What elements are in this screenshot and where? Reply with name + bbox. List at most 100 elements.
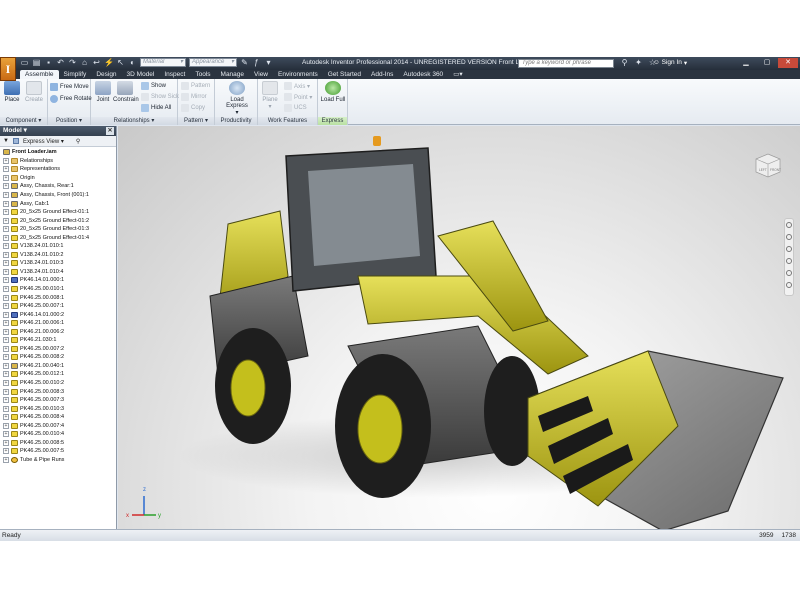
expand-icon[interactable]: +: [3, 226, 9, 233]
panel-position-label[interactable]: Position ▾: [48, 117, 90, 125]
tree-item[interactable]: + PK46.25.00.007:3: [0, 396, 116, 405]
tab-environments[interactable]: Environments: [273, 70, 323, 79]
expand-icon[interactable]: +: [3, 294, 9, 301]
application-menu-button[interactable]: I: [0, 57, 16, 81]
copy-button[interactable]: Copy: [181, 103, 205, 113]
expand-icon[interactable]: +: [3, 337, 9, 344]
place-button[interactable]: Place: [0, 81, 24, 103]
tab-autodesk-360[interactable]: Autodesk 360: [398, 70, 448, 79]
free-move-button[interactable]: Free Move: [50, 82, 89, 92]
ucs-button[interactable]: UCS: [284, 103, 307, 113]
browser-close-icon[interactable]: ✕: [106, 127, 114, 135]
subscription-icon[interactable]: ✦: [634, 58, 643, 67]
expand-icon[interactable]: +: [3, 174, 9, 181]
tree-item[interactable]: + PK46.25.00.007:4: [0, 422, 116, 431]
tree-item[interactable]: + PK46.21.030:1: [0, 336, 116, 345]
graphics-viewport[interactable]: z x y LEFT FRONT: [118, 126, 800, 529]
tree-item[interactable]: + PK46.25.00.008:2: [0, 353, 116, 362]
pattern-button[interactable]: Pattern: [181, 81, 210, 91]
expand-icon[interactable]: +: [3, 286, 9, 293]
appearance-dropdown[interactable]: Appearance ▾: [189, 58, 237, 67]
tab-add-ins[interactable]: Add-Ins: [366, 70, 398, 79]
tree-item[interactable]: + PK46.25.00.008:3: [0, 387, 116, 396]
expand-icon[interactable]: +: [3, 439, 9, 446]
tree-item[interactable]: +20_5x25 Ground Effect-01:2: [0, 216, 116, 225]
tree-item[interactable]: + PK46.14.01.000:1: [0, 276, 116, 285]
show-sick-button[interactable]: Show Sick: [141, 92, 179, 102]
tree-item[interactable]: + Assy, Chassis, Rear:1: [0, 182, 116, 191]
expand-icon[interactable]: +: [3, 414, 9, 421]
axis-button[interactable]: Axis ▾: [284, 81, 310, 91]
tree-item[interactable]: + V138.24.01.010:4: [0, 268, 116, 277]
expand-icon[interactable]: +: [3, 268, 9, 275]
tab-view[interactable]: View: [249, 70, 273, 79]
new-icon[interactable]: ▭: [20, 58, 29, 67]
tree-item[interactable]: + PK46.25.00.007:2: [0, 345, 116, 354]
expand-icon[interactable]: +: [3, 397, 9, 404]
tree-item[interactable]: + PK46.25.00.010:3: [0, 404, 116, 413]
load-express-button[interactable]: Load Express ▾: [219, 81, 255, 116]
expand-icon[interactable]: +: [3, 200, 9, 207]
customize-icon[interactable]: ▾: [264, 58, 273, 67]
expand-icon[interactable]: +: [3, 328, 9, 335]
look-at-icon[interactable]: [786, 270, 792, 276]
tree-item[interactable]: + PK46.25.00.007:5: [0, 447, 116, 456]
tree-item[interactable]: +20_5x25 Ground Effect-01:1: [0, 208, 116, 217]
tab-tools[interactable]: Tools: [190, 70, 215, 79]
tree-item[interactable]: + Assy, Cab:1: [0, 199, 116, 208]
tree-item[interactable]: + PK46.25.00.012:1: [0, 370, 116, 379]
expand-icon[interactable]: +: [3, 192, 9, 198]
tree-item[interactable]: + PK46.14.01.000:2: [0, 310, 116, 319]
search-input[interactable]: Type a keyword or phrase: [518, 59, 614, 68]
tree-item[interactable]: + V138.24.01.010:1: [0, 242, 116, 251]
expand-icon[interactable]: +: [3, 380, 9, 387]
tree-item[interactable]: + PK46.25.00.010:4: [0, 430, 116, 439]
tree-item[interactable]: + Relationships: [0, 157, 116, 166]
browser-title[interactable]: Model ▾: [3, 127, 27, 134]
zoom-icon[interactable]: [786, 246, 792, 252]
tree-item[interactable]: + Origin: [0, 174, 116, 183]
expand-icon[interactable]: +: [3, 311, 9, 318]
tree-item[interactable]: + PK46.21.00.040:1: [0, 362, 116, 371]
tree-item[interactable]: + PK46.25.00.008:4: [0, 413, 116, 422]
save-icon[interactable]: ▪: [44, 58, 53, 67]
tree-item[interactable]: + PK46.21.00.006:2: [0, 327, 116, 336]
plane-button[interactable]: Plane ▾: [258, 81, 282, 110]
expand-icon[interactable]: +: [3, 345, 9, 352]
undo-icon[interactable]: ↶: [56, 58, 65, 67]
expand-icon[interactable]: +: [3, 354, 9, 361]
expand-icon[interactable]: +: [3, 217, 9, 224]
tree-item[interactable]: + PK46.25.00.007:1: [0, 302, 116, 311]
open-icon[interactable]: ▤: [32, 58, 41, 67]
steering-wheel-icon[interactable]: [786, 222, 792, 228]
expand-icon[interactable]: +: [3, 388, 9, 395]
show-button[interactable]: Show: [141, 81, 166, 91]
binoculars-icon[interactable]: ⚲: [620, 58, 629, 67]
constrain-button[interactable]: Constrain: [113, 81, 139, 103]
redo-icon[interactable]: ↷: [68, 58, 77, 67]
tree-root[interactable]: Front Loader.iam: [0, 148, 116, 157]
tab-get-started[interactable]: Get Started: [323, 70, 366, 79]
mirror-button[interactable]: Mirror: [181, 92, 207, 102]
tree-item[interactable]: + Representations: [0, 165, 116, 174]
sign-in-button[interactable]: ☺ Sign In ▾: [653, 59, 687, 67]
tree-item[interactable]: + PK46.21.00.006:1: [0, 319, 116, 328]
expand-icon[interactable]: +: [3, 422, 9, 429]
expand-icon[interactable]: +: [3, 362, 9, 369]
pan-icon[interactable]: [786, 234, 792, 240]
viewcube[interactable]: LEFT FRONT: [753, 152, 783, 178]
expand-icon[interactable]: +: [3, 303, 9, 310]
expand-icon[interactable]: +: [3, 431, 9, 438]
expand-icon[interactable]: +: [3, 448, 9, 455]
tree-item[interactable]: + PK46.25.00.008:5: [0, 439, 116, 448]
close-icon[interactable]: ✕: [778, 58, 798, 68]
tree-item[interactable]: + PK46.25.00.008:1: [0, 293, 116, 302]
tab-manage[interactable]: Manage: [216, 70, 250, 79]
free-rotate-button[interactable]: Free Rotate: [50, 94, 92, 104]
tab-inspect[interactable]: Inspect: [159, 70, 190, 79]
expand-icon[interactable]: +: [3, 277, 9, 284]
minimize-icon[interactable]: ▁: [736, 58, 756, 68]
expand-icon[interactable]: +: [3, 260, 9, 267]
expand-icon[interactable]: +: [3, 320, 9, 327]
load-full-button[interactable]: Load Full: [320, 81, 346, 103]
